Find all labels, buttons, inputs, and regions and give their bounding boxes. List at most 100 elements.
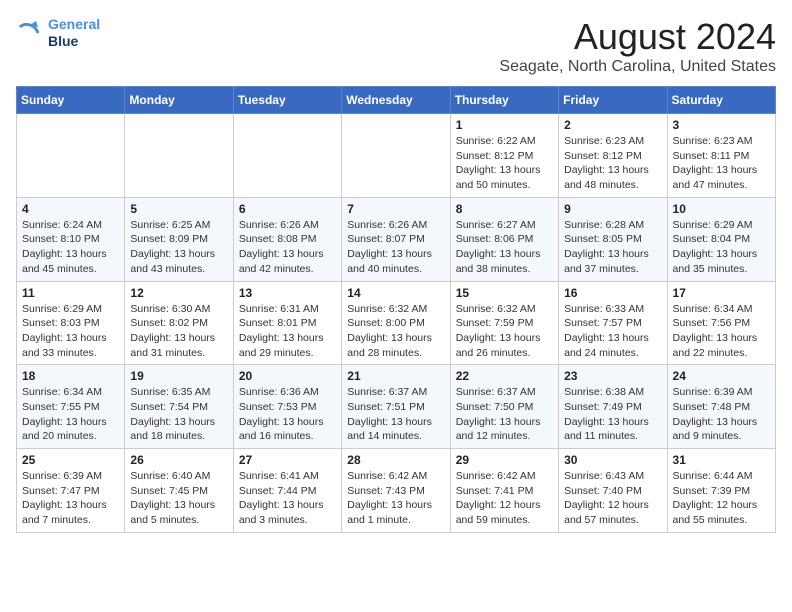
calendar-cell: 23 Sunrise: 6:38 AM Sunset: 7:49 PM Dayli… bbox=[559, 365, 667, 449]
calendar-cell: 10 Sunrise: 6:29 AM Sunset: 8:04 PM Dayli… bbox=[667, 197, 775, 281]
calendar-cell: 2 Sunrise: 6:23 AM Sunset: 8:12 PM Daylig… bbox=[559, 114, 667, 198]
calendar-cell: 16Sunrise: 6:33 AM Sunset: 7:57 PM Dayli… bbox=[559, 281, 667, 365]
calendar-cell bbox=[233, 114, 341, 198]
day-info: Sunrise: 6:23 AM Sunset: 8:12 PM Dayligh… bbox=[564, 134, 661, 193]
day-info: Sunrise: 6:33 AM Sunset: 7:57 PM Dayligh… bbox=[564, 302, 661, 361]
calendar-cell bbox=[342, 114, 450, 198]
calendar-cell: 7 Sunrise: 6:26 AM Sunset: 8:07 PM Daylig… bbox=[342, 197, 450, 281]
column-header-monday: Monday bbox=[125, 87, 233, 114]
calendar-cell: 13 Sunrise: 6:31 AM Sunset: 8:01 PM Dayli… bbox=[233, 281, 341, 365]
calendar-cell: 17Sunrise: 6:34 AM Sunset: 7:56 PM Dayli… bbox=[667, 281, 775, 365]
calendar-cell: 28 Sunrise: 6:42 AM Sunset: 7:43 PM Dayli… bbox=[342, 449, 450, 533]
calendar-cell: 24 Sunrise: 6:39 AM Sunset: 7:48 PM Dayli… bbox=[667, 365, 775, 449]
day-info: Sunrise: 6:37 AM Sunset: 7:51 PM Dayligh… bbox=[347, 385, 444, 444]
day-number: 29 bbox=[456, 453, 553, 467]
day-info: Sunrise: 6:42 AM Sunset: 7:41 PM Dayligh… bbox=[456, 469, 553, 528]
day-info: Sunrise: 6:31 AM Sunset: 8:01 PM Dayligh… bbox=[239, 302, 336, 361]
day-number: 3 bbox=[673, 118, 770, 132]
day-number: 9 bbox=[564, 202, 661, 216]
calendar-cell: 8 Sunrise: 6:27 AM Sunset: 8:06 PM Daylig… bbox=[450, 197, 558, 281]
day-info: Sunrise: 6:26 AM Sunset: 8:08 PM Dayligh… bbox=[239, 218, 336, 277]
calendar-header: SundayMondayTuesdayWednesdayThursdayFrid… bbox=[17, 87, 776, 114]
main-title: August 2024 bbox=[499, 16, 776, 58]
calendar-table: SundayMondayTuesdayWednesdayThursdayFrid… bbox=[16, 86, 776, 533]
column-header-tuesday: Tuesday bbox=[233, 87, 341, 114]
calendar-week-5: 25 Sunrise: 6:39 AM Sunset: 7:47 PM Dayli… bbox=[17, 449, 776, 533]
calendar-cell: 26 Sunrise: 6:40 AM Sunset: 7:45 PM Dayli… bbox=[125, 449, 233, 533]
calendar-cell: 18 Sunrise: 6:34 AM Sunset: 7:55 PM Dayli… bbox=[17, 365, 125, 449]
day-info: Sunrise: 6:22 AM Sunset: 8:12 PM Dayligh… bbox=[456, 134, 553, 193]
day-info: Sunrise: 6:40 AM Sunset: 7:45 PM Dayligh… bbox=[130, 469, 227, 528]
column-header-friday: Friday bbox=[559, 87, 667, 114]
calendar-cell: 25 Sunrise: 6:39 AM Sunset: 7:47 PM Dayli… bbox=[17, 449, 125, 533]
column-header-thursday: Thursday bbox=[450, 87, 558, 114]
day-info: Sunrise: 6:36 AM Sunset: 7:53 PM Dayligh… bbox=[239, 385, 336, 444]
calendar-cell: 4 Sunrise: 6:24 AM Sunset: 8:10 PM Daylig… bbox=[17, 197, 125, 281]
day-number: 4 bbox=[22, 202, 119, 216]
day-number: 25 bbox=[22, 453, 119, 467]
logo-icon bbox=[16, 19, 44, 47]
logo: General Blue bbox=[16, 16, 100, 50]
calendar-cell: 31 Sunrise: 6:44 AM Sunset: 7:39 PM Dayli… bbox=[667, 449, 775, 533]
day-number: 8 bbox=[456, 202, 553, 216]
day-info: Sunrise: 6:29 AM Sunset: 8:04 PM Dayligh… bbox=[673, 218, 770, 277]
day-number: 21 bbox=[347, 369, 444, 383]
calendar-cell: 21 Sunrise: 6:37 AM Sunset: 7:51 PM Dayli… bbox=[342, 365, 450, 449]
calendar-week-1: 1 Sunrise: 6:22 AM Sunset: 8:12 PM Daylig… bbox=[17, 114, 776, 198]
logo-text: General Blue bbox=[48, 16, 100, 50]
day-info: Sunrise: 6:32 AM Sunset: 8:00 PM Dayligh… bbox=[347, 302, 444, 361]
calendar-week-2: 4 Sunrise: 6:24 AM Sunset: 8:10 PM Daylig… bbox=[17, 197, 776, 281]
calendar-cell bbox=[17, 114, 125, 198]
day-number: 12 bbox=[130, 286, 227, 300]
day-number: 6 bbox=[239, 202, 336, 216]
calendar-cell: 6 Sunrise: 6:26 AM Sunset: 8:08 PM Daylig… bbox=[233, 197, 341, 281]
day-number: 23 bbox=[564, 369, 661, 383]
day-info: Sunrise: 6:26 AM Sunset: 8:07 PM Dayligh… bbox=[347, 218, 444, 277]
day-info: Sunrise: 6:34 AM Sunset: 7:56 PM Dayligh… bbox=[673, 302, 770, 361]
day-info: Sunrise: 6:34 AM Sunset: 7:55 PM Dayligh… bbox=[22, 385, 119, 444]
calendar-cell: 12 Sunrise: 6:30 AM Sunset: 8:02 PM Dayli… bbox=[125, 281, 233, 365]
day-number: 11 bbox=[22, 286, 119, 300]
day-number: 28 bbox=[347, 453, 444, 467]
day-number: 19 bbox=[130, 369, 227, 383]
day-info: Sunrise: 6:30 AM Sunset: 8:02 PM Dayligh… bbox=[130, 302, 227, 361]
day-info: Sunrise: 6:29 AM Sunset: 8:03 PM Dayligh… bbox=[22, 302, 119, 361]
calendar-cell: 19Sunrise: 6:35 AM Sunset: 7:54 PM Dayli… bbox=[125, 365, 233, 449]
day-number: 15 bbox=[456, 286, 553, 300]
calendar-cell: 15Sunrise: 6:32 AM Sunset: 7:59 PM Dayli… bbox=[450, 281, 558, 365]
day-number: 1 bbox=[456, 118, 553, 132]
day-number: 18 bbox=[22, 369, 119, 383]
day-number: 2 bbox=[564, 118, 661, 132]
day-info: Sunrise: 6:23 AM Sunset: 8:11 PM Dayligh… bbox=[673, 134, 770, 193]
day-info: Sunrise: 6:24 AM Sunset: 8:10 PM Dayligh… bbox=[22, 218, 119, 277]
calendar-cell: 3 Sunrise: 6:23 AM Sunset: 8:11 PM Daylig… bbox=[667, 114, 775, 198]
calendar-cell: 14 Sunrise: 6:32 AM Sunset: 8:00 PM Dayli… bbox=[342, 281, 450, 365]
day-number: 7 bbox=[347, 202, 444, 216]
calendar-cell bbox=[125, 114, 233, 198]
calendar-cell: 9Sunrise: 6:28 AM Sunset: 8:05 PM Daylig… bbox=[559, 197, 667, 281]
day-number: 30 bbox=[564, 453, 661, 467]
page-header: General Blue August 2024 Seagate, North … bbox=[16, 16, 776, 76]
calendar-cell: 22 Sunrise: 6:37 AM Sunset: 7:50 PM Dayli… bbox=[450, 365, 558, 449]
day-number: 13 bbox=[239, 286, 336, 300]
day-number: 26 bbox=[130, 453, 227, 467]
day-number: 10 bbox=[673, 202, 770, 216]
day-number: 22 bbox=[456, 369, 553, 383]
day-number: 27 bbox=[239, 453, 336, 467]
day-info: Sunrise: 6:42 AM Sunset: 7:43 PM Dayligh… bbox=[347, 469, 444, 528]
day-info: Sunrise: 6:39 AM Sunset: 7:48 PM Dayligh… bbox=[673, 385, 770, 444]
calendar-cell: 11 Sunrise: 6:29 AM Sunset: 8:03 PM Dayli… bbox=[17, 281, 125, 365]
day-number: 31 bbox=[673, 453, 770, 467]
day-info: Sunrise: 6:37 AM Sunset: 7:50 PM Dayligh… bbox=[456, 385, 553, 444]
calendar-week-4: 18 Sunrise: 6:34 AM Sunset: 7:55 PM Dayli… bbox=[17, 365, 776, 449]
day-number: 14 bbox=[347, 286, 444, 300]
day-info: Sunrise: 6:27 AM Sunset: 8:06 PM Dayligh… bbox=[456, 218, 553, 277]
day-number: 5 bbox=[130, 202, 227, 216]
day-info: Sunrise: 6:39 AM Sunset: 7:47 PM Dayligh… bbox=[22, 469, 119, 528]
calendar-cell: 5Sunrise: 6:25 AM Sunset: 8:09 PM Daylig… bbox=[125, 197, 233, 281]
column-header-saturday: Saturday bbox=[667, 87, 775, 114]
day-info: Sunrise: 6:38 AM Sunset: 7:49 PM Dayligh… bbox=[564, 385, 661, 444]
day-info: Sunrise: 6:44 AM Sunset: 7:39 PM Dayligh… bbox=[673, 469, 770, 528]
calendar-cell: 20Sunrise: 6:36 AM Sunset: 7:53 PM Dayli… bbox=[233, 365, 341, 449]
day-number: 24 bbox=[673, 369, 770, 383]
